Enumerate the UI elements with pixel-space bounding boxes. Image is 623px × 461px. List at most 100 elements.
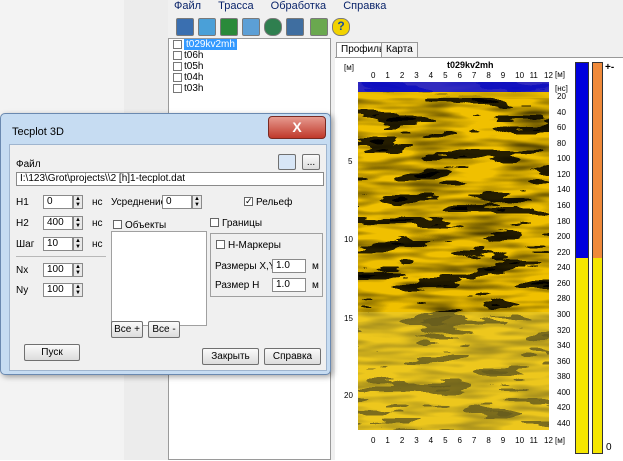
axis-tick-label: 180 xyxy=(557,216,571,226)
right-unit-label: [м] xyxy=(555,70,565,79)
h1-stepper[interactable]: ▲ ▼ xyxy=(73,195,83,209)
tab-map[interactable]: Карта xyxy=(381,42,418,57)
step-stepper[interactable]: ▲ ▼ xyxy=(73,237,83,251)
file-path-input[interactable]: I:\123\Grot\projects\\2 [h]1-tecplot.dat xyxy=(16,172,324,186)
h1-label: H1 xyxy=(16,197,29,208)
h2-input[interactable]: 400 xyxy=(43,216,73,230)
help-icon[interactable]: ? xyxy=(332,18,350,36)
left-tick: 5 xyxy=(348,157,353,166)
open-icon[interactable] xyxy=(176,18,194,36)
checkbox[interactable] xyxy=(173,72,182,82)
axis-tick-label: 8 xyxy=(486,436,491,445)
divider xyxy=(16,256,106,257)
axis-tick-label: 100 xyxy=(557,154,571,164)
axis-tick-label: 0 xyxy=(371,436,376,445)
step-unit: нс xyxy=(92,239,103,250)
menu-trace[interactable]: Трасса xyxy=(218,0,253,12)
deselect-all-button[interactable]: Все - xyxy=(148,321,180,338)
nx-stepper[interactable]: ▲ ▼ xyxy=(73,263,83,277)
objects-checkbox[interactable] xyxy=(113,220,122,229)
axis-tick-label: 360 xyxy=(557,356,571,366)
radargram-image xyxy=(358,82,549,430)
checkbox[interactable] xyxy=(173,61,182,71)
averaging-input[interactable]: 0 xyxy=(162,195,192,209)
route-icon[interactable] xyxy=(264,18,282,36)
menu-bar: Файл Трасса Обработка Справка xyxy=(168,0,623,14)
averaging-stepper[interactable]: ▲ ▼ xyxy=(192,195,202,209)
ny-label: Ny xyxy=(16,285,29,296)
axis-tick-label: 0 xyxy=(371,71,376,80)
axis-tick-label: 440 xyxy=(557,419,571,428)
bottom-right-unit: [м] xyxy=(555,436,565,445)
list-item[interactable]: t029kv2mh xyxy=(169,39,330,50)
menu-processing[interactable]: Обработка xyxy=(271,0,326,12)
axis-tick-label: 380 xyxy=(557,372,571,382)
axis-tick-label: 240 xyxy=(557,263,571,273)
chart-icon[interactable] xyxy=(220,18,238,36)
checkbox[interactable] xyxy=(173,83,182,93)
bounds-checkbox[interactable] xyxy=(210,218,219,227)
h2-stepper[interactable]: ▲ ▼ xyxy=(73,216,83,230)
ny-stepper[interactable]: ▲ ▼ xyxy=(73,283,83,297)
axis-tick-label: 40 xyxy=(557,107,566,117)
list-item[interactable]: t06h xyxy=(169,50,330,61)
axis-tick-label: 10 xyxy=(515,436,525,445)
h1-unit: нс xyxy=(92,197,103,208)
relief-label: Рельеф xyxy=(256,197,293,208)
list-item[interactable]: t04h xyxy=(169,72,330,83)
monitor-icon[interactable] xyxy=(310,18,328,36)
h1-input[interactable]: 0 xyxy=(43,195,73,209)
close-button[interactable]: Закрыть xyxy=(202,348,259,365)
close-icon[interactable]: X xyxy=(268,116,326,139)
nx-input[interactable]: 100 xyxy=(43,263,73,277)
list-item[interactable]: t05h xyxy=(169,61,330,72)
select-all-button[interactable]: Все + xyxy=(111,321,143,338)
left-tick: 20 xyxy=(344,391,353,400)
left-unit-label: [м] xyxy=(344,63,354,72)
menu-file[interactable]: Файл xyxy=(174,0,201,12)
axis-tick-label: 2 xyxy=(399,436,405,445)
start-button[interactable]: Пуск xyxy=(24,344,80,361)
axis-tick-label: 6 xyxy=(457,436,462,445)
tecplot-dialog: Tecplot 3D X Файл ... I:\123\Grot\projec… xyxy=(0,113,331,375)
averaging-label: Усреднение xyxy=(111,197,167,208)
axis-tick-label: 2 xyxy=(399,71,405,80)
relief-checkbox[interactable]: ✓ xyxy=(244,197,253,206)
sizeh-label: Размер Н xyxy=(215,280,260,291)
objects-list[interactable] xyxy=(111,231,207,326)
left-tick: 15 xyxy=(344,314,353,323)
bottom-marker: 0 xyxy=(606,442,612,453)
axis-tick-label: 220 xyxy=(557,247,571,257)
axis-tick-label: 6 xyxy=(457,71,462,80)
settings-icon[interactable] xyxy=(286,18,304,36)
checkbox[interactable] xyxy=(173,50,182,60)
tecplot-icon[interactable] xyxy=(278,154,296,170)
sizexy-input[interactable]: 1.0 xyxy=(272,259,306,273)
ny-input[interactable]: 100 xyxy=(43,283,73,297)
nx-label: Nx xyxy=(16,265,29,276)
menu-help[interactable]: Справка xyxy=(343,0,386,12)
hmarkers-label: Н-Маркеры xyxy=(228,240,281,251)
axis-tick-label: 60 xyxy=(557,123,566,133)
checkbox[interactable] xyxy=(173,39,182,49)
sizeh-input[interactable]: 1.0 xyxy=(272,278,306,292)
axis-tick-label: 4 xyxy=(428,71,434,80)
refresh-icon[interactable] xyxy=(242,18,260,36)
bounds-label: Границы xyxy=(222,218,262,229)
marker-scale-bar xyxy=(592,62,603,454)
browse-button[interactable]: ... xyxy=(302,154,320,170)
list-item[interactable]: t03h xyxy=(169,83,330,94)
step-input[interactable]: 10 xyxy=(43,237,73,251)
amplitude-scale-bar xyxy=(575,62,589,454)
axis-tick-label: 340 xyxy=(557,341,571,351)
hmarkers-checkbox[interactable] xyxy=(216,240,225,249)
help-button[interactable]: Справка xyxy=(264,348,321,365)
save-icon[interactable] xyxy=(198,18,216,36)
axis-tick-label: 200 xyxy=(557,232,571,242)
scale-bar-fill xyxy=(576,63,588,258)
axis-tick-label: 420 xyxy=(557,403,571,413)
marker-scale-fill xyxy=(593,63,602,258)
axis-tick-label: 7 xyxy=(471,436,477,445)
axis-tick-label: 400 xyxy=(557,387,571,397)
axis-tick-label: 4 xyxy=(428,436,434,445)
